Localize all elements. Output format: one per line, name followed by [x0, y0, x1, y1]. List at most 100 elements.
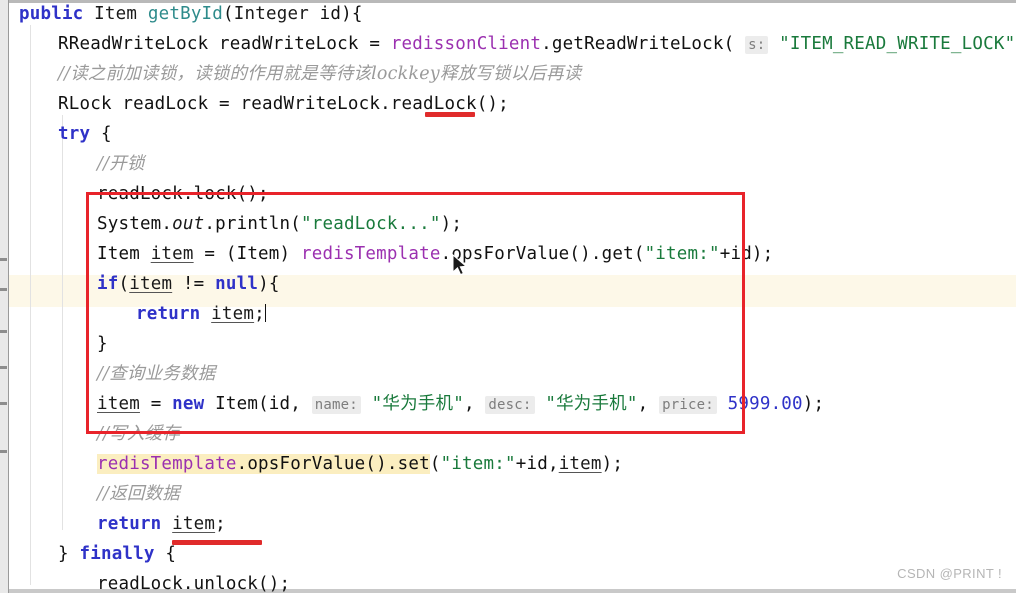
- code-line[interactable]: readLock.unlock();: [97, 569, 290, 593]
- code-token-kw: return: [136, 304, 201, 324]
- gutter-marker[interactable]: [0, 402, 7, 405]
- code-token-staticf: out: [172, 214, 205, 234]
- code-token-method: getById: [147, 4, 224, 24]
- screenshot-root: public Item getById(Integer id){RReadWri…: [0, 0, 1016, 593]
- code-line[interactable]: //查询业务数据: [97, 359, 215, 389]
- code-token-text: );: [601, 454, 624, 474]
- code-token-str: "item:": [644, 244, 720, 264]
- code-line[interactable]: if(item != null){: [97, 269, 280, 299]
- code-token-str: "item:": [440, 454, 516, 474]
- code-token-type: Item: [94, 4, 138, 24]
- code-token-text: ,: [463, 394, 486, 414]
- code-token-type: Integer: [233, 4, 309, 24]
- code-token-text: ,: [637, 394, 660, 414]
- code-token-text: RReadWriteLock readWriteLock =: [58, 34, 391, 54]
- code-token-kw: public: [19, 4, 84, 24]
- code-token-text: {: [90, 124, 112, 144]
- code-token-cmt: //开锁: [97, 154, 145, 174]
- code-line[interactable]: RReadWriteLock readWriteLock = redissonC…: [58, 29, 1016, 59]
- code-token-kw: return: [97, 514, 162, 534]
- code-token-local: item: [150, 244, 194, 264]
- code-token-text: +id,: [515, 454, 559, 474]
- code-token-text: {: [154, 544, 177, 564]
- gutter-marker[interactable]: [0, 366, 7, 369]
- code-line[interactable]: //返回数据: [97, 479, 180, 509]
- code-token-local: item: [129, 274, 173, 294]
- code-token-text: = (Item): [193, 244, 301, 264]
- code-line[interactable]: Item item = (Item) redisTemplate.opsForV…: [97, 239, 773, 269]
- code-token-local: item: [558, 454, 602, 474]
- code-token-text: Item: [97, 244, 151, 264]
- code-token-text: );: [802, 394, 825, 414]
- gutter-marker[interactable]: [0, 288, 7, 291]
- code-token-local: item: [97, 394, 140, 414]
- code-line[interactable]: return item;: [97, 509, 226, 539]
- gutter-marker[interactable]: [0, 330, 7, 333]
- code-token-text: System.: [97, 214, 173, 234]
- code-token-text: readLock.unlock();: [97, 574, 291, 593]
- code-token-kw: finally: [79, 544, 155, 564]
- code-line[interactable]: System.out.println("readLock...");: [97, 209, 462, 239]
- code-line[interactable]: } finally {: [58, 539, 176, 569]
- code-token-local: item: [211, 304, 255, 324]
- code-token-text: ;: [215, 514, 226, 534]
- unlock-underline: [172, 540, 262, 545]
- gutter-marker[interactable]: [0, 450, 7, 453]
- code-token-text: (: [223, 4, 234, 24]
- code-token-cmt: //返回数据: [97, 484, 180, 504]
- code-text-layer[interactable]: public Item getById(Integer id){RReadWri…: [9, 0, 1016, 593]
- code-token-text: }: [58, 544, 80, 564]
- code-line[interactable]: return item;: [136, 299, 266, 329]
- code-token-str: "ITEM_READ_WRITE_LOCK": [779, 34, 1016, 54]
- code-token-str: "华为手机": [545, 394, 638, 414]
- code-line[interactable]: readLock.lock();: [97, 179, 269, 209]
- code-token-field: redisTemplate: [97, 454, 237, 474]
- code-line[interactable]: public Item getById(Integer id){: [19, 0, 363, 29]
- code-token-text: .println(: [204, 214, 301, 234]
- code-token-text: );: [440, 214, 463, 234]
- code-line[interactable]: //开锁: [97, 149, 145, 179]
- code-token-text: readLock.lock();: [97, 184, 269, 204]
- code-token-hint: s:: [745, 36, 769, 54]
- code-token-cmt: //查询业务数据: [97, 364, 216, 384]
- gutter-marker[interactable]: [0, 258, 7, 261]
- code-token-field: redissonClient: [390, 34, 542, 54]
- code-line[interactable]: try {: [58, 119, 112, 149]
- code-token-cmt: //读之前加读锁，读锁的作用就是等待该lockkey释放写锁以后再读: [58, 64, 582, 84]
- code-token-text: (: [429, 454, 441, 474]
- code-line[interactable]: //读之前加读锁，读锁的作用就是等待该lockkey释放写锁以后再读: [58, 59, 581, 89]
- code-token-text: =: [139, 394, 173, 414]
- code-token-text: ;: [254, 304, 265, 324]
- code-token-hint: price:: [659, 396, 717, 414]
- code-token-num: 5999.00: [727, 394, 803, 414]
- code-token-text: RLock readLock = readWriteLock.readLock(…: [58, 94, 509, 114]
- code-line[interactable]: redisTemplate.opsForValue().set("item:"+…: [97, 449, 623, 479]
- code-token-text: (: [118, 274, 130, 294]
- code-editor-surface[interactable]: public Item getById(Integer id){RReadWri…: [9, 0, 1016, 593]
- code-line[interactable]: //写入缓存: [97, 419, 180, 449]
- code-token-text: .getReadWriteLock(: [541, 34, 735, 54]
- code-token-cmt: //写入缓存: [97, 424, 180, 444]
- code-token-str: "华为手机": [371, 394, 464, 414]
- code-token-hint: desc:: [485, 396, 535, 414]
- code-token-kw: try: [58, 124, 91, 144]
- code-token-local: item: [172, 514, 216, 534]
- window-frame-left-gutter[interactable]: [0, 0, 9, 593]
- code-token-hint: name:: [311, 396, 361, 414]
- text-caret: [264, 304, 266, 322]
- code-line[interactable]: }: [97, 329, 108, 359]
- code-line[interactable]: item = new Item(id, name: "华为手机", desc: …: [97, 389, 824, 419]
- readLock-underline: [425, 112, 475, 117]
- code-token-text: ){: [258, 274, 280, 294]
- code-token-text: !=: [172, 274, 216, 294]
- code-token-text: id){: [308, 4, 363, 24]
